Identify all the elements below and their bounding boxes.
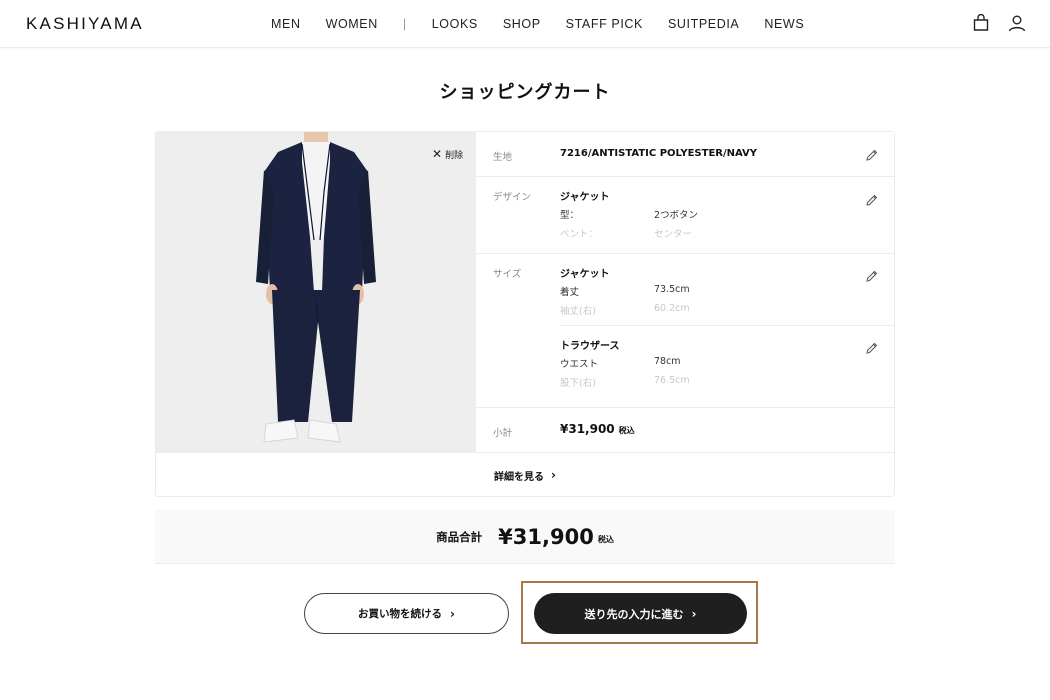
proceed-to-shipping-button[interactable]: 送り先の入力に進む › <box>534 593 747 634</box>
subtotal-row: 小計 ¥31,900 税込 <box>476 408 895 452</box>
total-label: 商品合計 <box>436 529 483 544</box>
subtotal-amount: ¥31,900 <box>560 422 615 436</box>
nav-men[interactable]: MEN <box>271 17 301 31</box>
proceed-label: 送り先の入力に進む <box>584 607 684 621</box>
main-nav: MEN WOMEN | LOOKS SHOP STAFF PICK SUITPE… <box>271 17 829 31</box>
size-row: サイズ ジャケット 着丈 73.5cm 袖丈(右) 60.2cm トラウザース … <box>476 254 895 408</box>
edit-jacket-size-icon[interactable] <box>865 269 879 283</box>
trousers-type: トラウザース <box>560 341 620 352</box>
jacket-size-key: 袖丈(右) <box>560 306 596 317</box>
product-image: ✕ 削除 <box>156 132 476 452</box>
see-details-link[interactable]: 詳細を見る › <box>156 452 894 497</box>
suit-illustration <box>256 132 376 443</box>
edit-trousers-size-icon[interactable] <box>865 341 879 355</box>
continue-shopping-button[interactable]: お買い物を続ける › <box>304 593 509 634</box>
edit-fabric-icon[interactable] <box>865 148 879 162</box>
order-total: 商品合計 ¥31,900 税込 <box>155 510 895 564</box>
nav-news[interactable]: NEWS <box>764 17 804 31</box>
design-row: デザイン ジャケット 型： 2つボタン ベント： センター <box>476 177 895 254</box>
trousers-size-value: 78cm <box>654 356 681 367</box>
subtotal-label: 小計 <box>493 428 513 439</box>
nav-women[interactable]: WOMEN <box>326 17 378 31</box>
nav-suitpedia[interactable]: SUITPEDIA <box>668 17 739 31</box>
edit-design-icon[interactable] <box>865 193 879 207</box>
close-icon: ✕ <box>432 147 443 161</box>
subtotal-tax: 税込 <box>618 426 635 435</box>
jacket-size-value: 73.5cm <box>654 284 690 295</box>
delete-label: 削除 <box>445 150 464 161</box>
fabric-label: 生地 <box>493 152 513 163</box>
chevron-right-icon: › <box>691 606 697 621</box>
trousers-size-key: 股下(右) <box>560 378 596 389</box>
delete-button[interactable]: ✕ 削除 <box>432 147 463 161</box>
design-value: 2つボタン <box>654 210 699 221</box>
fabric-value: 7216/ANTISTATIC POLYESTER/NAVY <box>560 148 758 159</box>
trousers-size-value: 76.5cm <box>654 375 690 386</box>
cart-item-card: ✕ 削除 生地 7216/ANTISTATIC POLYESTER/NAVY デ… <box>155 131 895 497</box>
size-label: サイズ <box>493 269 522 280</box>
page-title: ショッピングカート <box>439 82 611 103</box>
item-details: 生地 7216/ANTISTATIC POLYESTER/NAVY デザイン ジ… <box>476 132 895 452</box>
site-header: KASHIYAMA MEN WOMEN | LOOKS SHOP STAFF P… <box>0 0 1050 48</box>
design-value: センター <box>654 229 693 240</box>
continue-shopping-label: お買い物を続ける <box>358 608 443 620</box>
jacket-size-key: 着丈 <box>560 287 580 298</box>
total-value: ¥31,900 <box>498 524 594 549</box>
shopping-bag-icon[interactable] <box>972 14 990 32</box>
nav-staff-pick[interactable]: STAFF PICK <box>566 17 643 31</box>
subtotal-value: ¥31,900 税込 <box>560 422 635 436</box>
design-key: ベント： <box>560 229 599 240</box>
fabric-row: 生地 7216/ANTISTATIC POLYESTER/NAVY <box>476 132 895 177</box>
account-icon[interactable] <box>1008 14 1026 32</box>
nav-separator: | <box>402 17 407 31</box>
total-tax: 税込 <box>597 535 614 544</box>
nav-looks[interactable]: LOOKS <box>432 17 478 31</box>
chevron-right-icon: › <box>551 468 556 482</box>
design-type: ジャケット <box>560 192 610 203</box>
jacket-type: ジャケット <box>560 269 610 280</box>
design-label: デザイン <box>493 192 532 203</box>
trousers-size-key: ウエスト <box>560 359 599 370</box>
design-key: 型： <box>560 210 580 221</box>
nav-shop[interactable]: SHOP <box>503 17 541 31</box>
chevron-right-icon: › <box>450 606 455 621</box>
site-logo[interactable]: KASHIYAMA <box>26 14 144 34</box>
jacket-size-value: 60.2cm <box>654 303 690 314</box>
see-details-label: 詳細を見る <box>494 471 545 483</box>
size-divider <box>560 325 895 326</box>
